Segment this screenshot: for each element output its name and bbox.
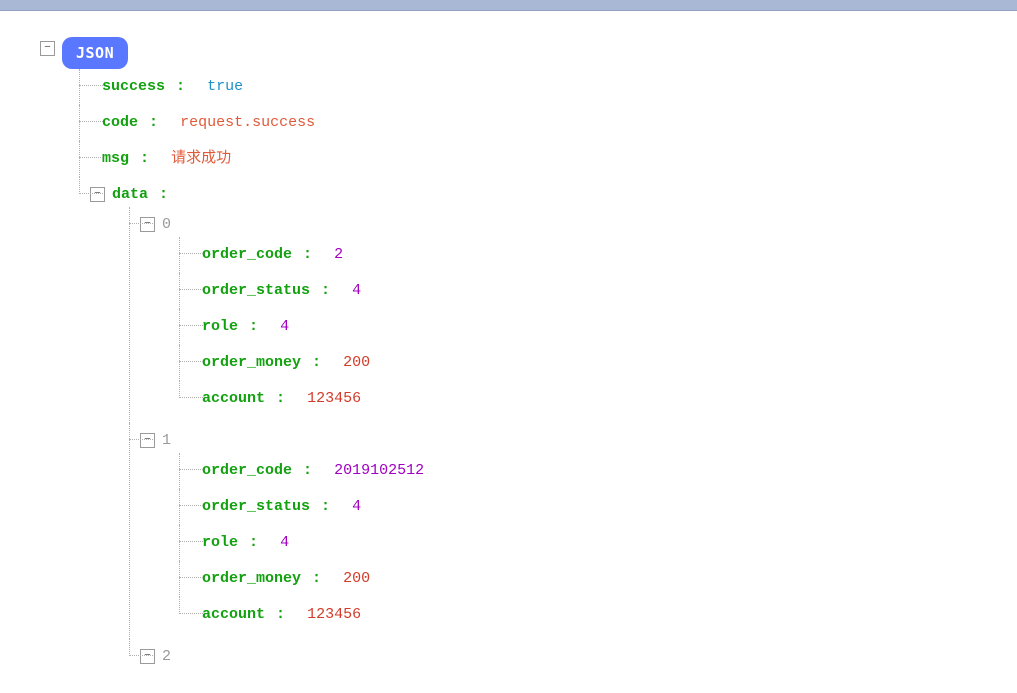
json-key: success — [102, 78, 165, 95]
json-value: true — [207, 78, 243, 95]
json-key: order_status — [202, 498, 310, 515]
json-key: order_money — [202, 570, 301, 587]
json-node-order_code[interactable]: order_code : 2019102512 — [190, 453, 1017, 489]
json-array-item-2[interactable]: − 2 — [140, 639, 1017, 675]
json-key: msg — [102, 150, 129, 167]
json-value: 4 — [352, 282, 361, 299]
colon: : — [303, 246, 312, 263]
colon: : — [303, 462, 312, 479]
json-value: 200 — [343, 570, 370, 587]
json-value: 请求成功 — [171, 150, 231, 167]
json-node-order_status[interactable]: order_status : 4 — [190, 489, 1017, 525]
array-index: 1 — [162, 432, 171, 449]
colon: : — [321, 498, 330, 515]
json-key: role — [202, 318, 238, 335]
json-value: 2019102512 — [334, 462, 424, 479]
json-node-order_status[interactable]: order_status : 4 — [190, 273, 1017, 309]
json-value: 2 — [334, 246, 343, 263]
json-key: account — [202, 390, 265, 407]
json-value: 123456 — [307, 606, 361, 623]
json-value: 4 — [280, 534, 289, 551]
collapse-icon[interactable]: − — [140, 433, 155, 448]
json-value: request.success — [180, 114, 315, 131]
json-value: 4 — [280, 318, 289, 335]
collapse-icon[interactable]: − — [40, 41, 55, 56]
json-node-order_money[interactable]: order_money : 200 — [190, 345, 1017, 381]
json-node-code[interactable]: code : request.success — [90, 105, 1017, 141]
array-index: 0 — [162, 216, 171, 233]
colon: : — [176, 78, 185, 95]
json-viewer: − JSON success : true code : request.suc… — [0, 11, 1017, 687]
json-key: data — [112, 186, 148, 203]
json-array-item-1[interactable]: − 1 order_code : 2019102512 o — [140, 423, 1017, 639]
json-node-msg[interactable]: msg : 请求成功 — [90, 141, 1017, 177]
json-node-order_code[interactable]: order_code : 2 — [190, 237, 1017, 273]
json-root-badge: JSON — [62, 37, 128, 69]
json-key: role — [202, 534, 238, 551]
json-key: order_code — [202, 246, 292, 263]
colon: : — [159, 186, 168, 203]
json-key: account — [202, 606, 265, 623]
json-key: code — [102, 114, 138, 131]
colon: : — [249, 318, 258, 335]
colon: : — [321, 282, 330, 299]
json-node-role[interactable]: role : 4 — [190, 525, 1017, 561]
json-node-account[interactable]: account : 123456 — [190, 381, 1017, 417]
json-key: order_code — [202, 462, 292, 479]
colon: : — [312, 354, 321, 371]
colon: : — [276, 606, 285, 623]
json-node-role[interactable]: role : 4 — [190, 309, 1017, 345]
json-node-data[interactable]: − data : − 0 order_code : — [90, 177, 1017, 681]
colon: : — [149, 114, 158, 131]
json-node-order_money[interactable]: order_money : 200 — [190, 561, 1017, 597]
colon: : — [140, 150, 149, 167]
json-node-account[interactable]: account : 123456 — [190, 597, 1017, 633]
json-value: 200 — [343, 354, 370, 371]
array-index: 2 — [162, 648, 171, 665]
json-key: order_status — [202, 282, 310, 299]
collapse-icon[interactable]: − — [90, 187, 105, 202]
colon: : — [312, 570, 321, 587]
json-value: 4 — [352, 498, 361, 515]
window-titlebar — [0, 0, 1017, 11]
json-root-node[interactable]: − JSON success : true code : request.suc… — [40, 31, 1017, 687]
collapse-icon[interactable]: − — [140, 217, 155, 232]
json-key: order_money — [202, 354, 301, 371]
json-array-item-0[interactable]: − 0 order_code : 2 order_stat — [140, 207, 1017, 423]
json-value: 123456 — [307, 390, 361, 407]
colon: : — [276, 390, 285, 407]
json-node-success[interactable]: success : true — [90, 69, 1017, 105]
collapse-icon[interactable]: − — [140, 649, 155, 664]
colon: : — [249, 534, 258, 551]
